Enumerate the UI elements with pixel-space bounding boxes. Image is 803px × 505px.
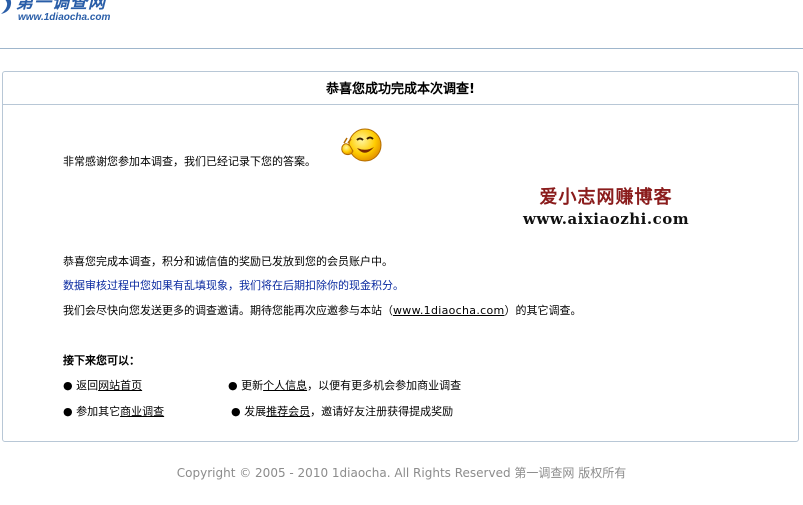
profile-link[interactable]: 个人信息	[263, 379, 307, 392]
referral-link[interactable]: 推荐会员	[266, 405, 310, 418]
thanks-message: 非常感谢您参加本调查，我们已经记录下您的答案。	[63, 155, 316, 168]
logo-swoosh-icon	[1, 0, 12, 14]
logo-name: 第一调查网	[16, 0, 106, 13]
watermark-url: www.aixiaozhi.com	[523, 210, 690, 228]
option-prefix: ● 参加其它	[63, 405, 121, 418]
site-link[interactable]: www.1diaocha.com	[393, 304, 505, 317]
option-homepage: ● 返回网站首页	[63, 377, 142, 393]
site-header: 第一调查网 www.1diaocha.com	[0, 0, 803, 49]
blog-watermark: 爱小志网赚博客 www.aixiaozhi.com	[523, 187, 689, 229]
smiley-icon	[341, 128, 382, 162]
option-referral: ● 发展推荐会员，邀请好友注册获得提成奖励	[231, 403, 453, 419]
invitation-text-pre: 我们会尽快向您发送更多的调查邀请。期待您能再次应邀参与本站（	[63, 304, 393, 317]
option-surveys: ● 参加其它商业调查	[63, 403, 164, 419]
homepage-link[interactable]: 网站首页	[98, 379, 142, 392]
site-logo[interactable]: 第一调查网 www.1diaocha.com	[0, 0, 110, 26]
survey-complete-panel: 恭喜您成功完成本次调查! 非常感谢您参加本调查，我们已经记录下您的答案。 爱小志…	[2, 71, 799, 442]
option-suffix: ，邀请好友注册获得提成奖励	[310, 405, 454, 418]
reward-message: 恭喜您完成本调查，积分和诚信值的奖励已发放到您的会员账户中。	[63, 255, 393, 268]
invitation-text-post: ）的其它调查。	[504, 304, 582, 317]
logo-url: www.1diaocha.com	[18, 12, 111, 23]
watermark-name: 爱小志网赚博客	[539, 187, 673, 208]
audit-warning: 数据审核过程中您如果有乱填现象，我们将在后期扣除你的现金积分。	[63, 279, 404, 292]
option-prefix: ● 发展	[231, 405, 267, 418]
panel-title: 恭喜您成功完成本次调查!	[3, 72, 798, 105]
option-prefix: ● 返回	[63, 379, 99, 392]
invitation-message: 我们会尽快向您发送更多的调查邀请。期待您能再次应邀参与本站（www.1diaoc…	[63, 302, 582, 318]
logo-text: 第一调查网 www.1diaocha.com	[16, 0, 110, 24]
footer-copyright: Copyright © 2005 - 2010 1diaocha. All Ri…	[176, 466, 627, 480]
option-prefix: ● 更新	[228, 379, 264, 392]
next-steps-title: 接下来您可以：	[63, 354, 140, 367]
option-suffix: ，以便有更多机会参加商业调查	[307, 379, 462, 392]
option-profile: ● 更新个人信息，以便有更多机会参加商业调查	[228, 377, 461, 393]
surveys-link[interactable]: 商业调查	[120, 405, 164, 418]
